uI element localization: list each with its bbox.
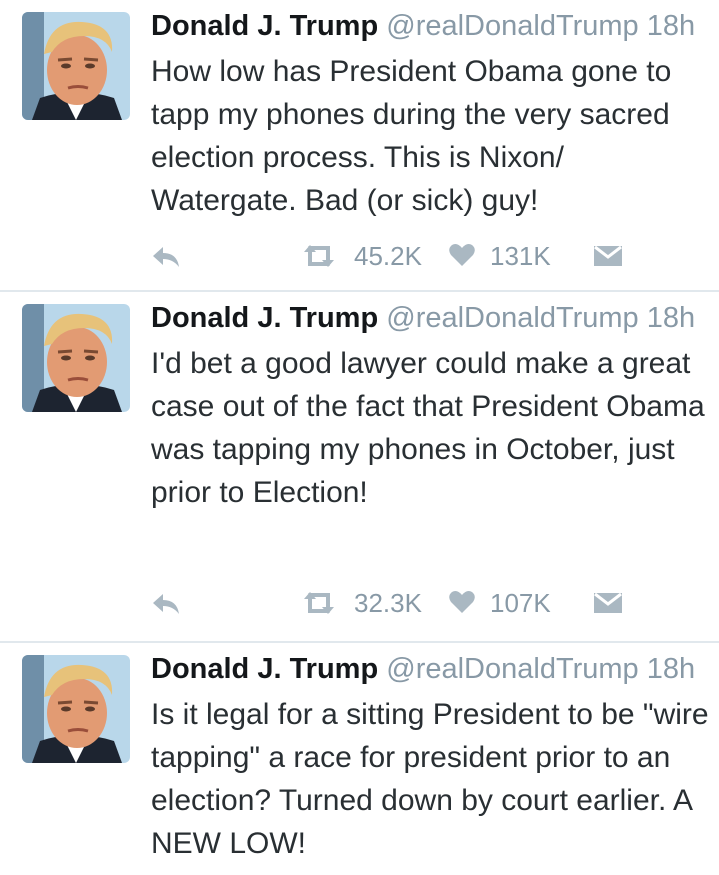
like-count: 107K <box>490 588 551 618</box>
avatar[interactable] <box>22 12 130 120</box>
like-count: 131K <box>490 241 551 271</box>
author-handle[interactable]: @realDonaldTrump <box>386 302 638 334</box>
envelope-icon[interactable] <box>593 591 623 620</box>
action-bar: 45.2K 131K <box>0 238 719 278</box>
avatar[interactable] <box>22 304 130 412</box>
tweet-header: Donald J. Trump @realDonaldTrump 18h <box>151 6 709 46</box>
tweet-card[interactable]: Donald J. Trump @realDonaldTrump 18h Is … <box>0 643 719 875</box>
retweet-count: 32.3K <box>354 588 422 618</box>
tweet-card[interactable]: Donald J. Trump @realDonaldTrump 18h I'd… <box>0 292 719 643</box>
author-handle[interactable]: @realDonaldTrump <box>386 653 638 685</box>
heart-icon[interactable] <box>448 589 476 620</box>
tweet-header: Donald J. Trump @realDonaldTrump 18h <box>151 298 709 338</box>
retweet-icon[interactable] <box>300 242 338 275</box>
tweet-card[interactable]: Donald J. Trump @realDonaldTrump 18h How… <box>0 0 719 292</box>
retweet-count: 45.2K <box>354 241 422 271</box>
reply-icon[interactable] <box>150 591 182 622</box>
avatar[interactable] <box>22 655 130 763</box>
retweet-icon[interactable] <box>300 589 338 622</box>
author-handle[interactable]: @realDonaldTrump <box>386 10 638 42</box>
timestamp[interactable]: 18h <box>647 302 695 334</box>
tweet-text: I'd bet a good lawyer could make a great… <box>151 347 705 509</box>
tweet-text: Is it legal for a sitting President to b… <box>151 698 709 860</box>
envelope-icon[interactable] <box>593 244 623 273</box>
action-bar: 32.3K 107K <box>0 585 719 625</box>
tweet-header: Donald J. Trump @realDonaldTrump 18h <box>151 649 709 689</box>
author-name[interactable]: Donald J. Trump <box>151 302 378 334</box>
reply-icon[interactable] <box>150 244 182 275</box>
tweet-text: How low has President Obama gone to tapp… <box>151 55 672 217</box>
heart-icon[interactable] <box>448 242 476 273</box>
timestamp[interactable]: 18h <box>647 653 695 685</box>
author-name[interactable]: Donald J. Trump <box>151 653 378 685</box>
author-name[interactable]: Donald J. Trump <box>151 10 378 42</box>
timestamp[interactable]: 18h <box>647 10 695 42</box>
